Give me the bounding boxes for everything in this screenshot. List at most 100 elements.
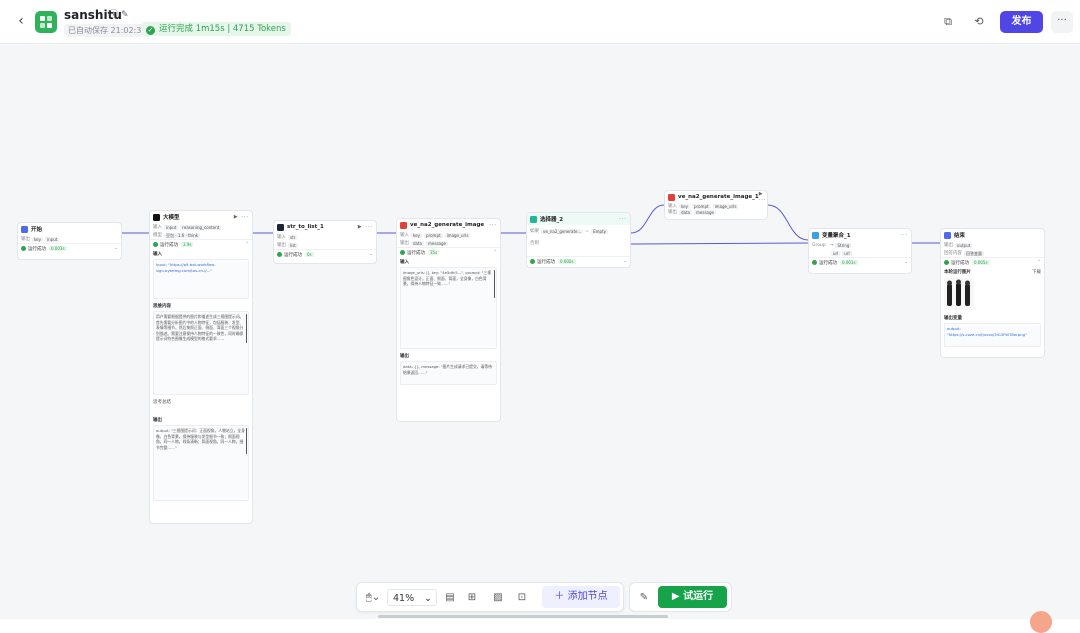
layout-icon[interactable]: ⊡ bbox=[515, 590, 529, 606]
scrollbar[interactable] bbox=[493, 270, 495, 298]
node-gen2-header: ve_na2_generate_image_1 ▶ ··· bbox=[665, 191, 767, 203]
node-end-run[interactable]: 运行成功 0.005s ⌃ bbox=[941, 257, 1044, 267]
chevron-up-icon[interactable]: ⌃ bbox=[245, 242, 249, 247]
image-icon[interactable]: ▨ bbox=[491, 590, 505, 606]
wrench-icon[interactable]: ✎ bbox=[636, 590, 652, 606]
tag: data bbox=[411, 240, 425, 246]
node-selector[interactable]: 选择器_2 ··· 如果 ve_na2_generate... = Empty 否则 运… bbox=[526, 212, 631, 268]
node-str2list[interactable]: str_to_list_1 ▶ ··· 输入 str 输出 list 运行成功 0s ⌄ bbox=[273, 220, 377, 264]
node-controls-icon[interactable]: ▶ ··· bbox=[234, 214, 249, 220]
back-arrow-icon[interactable]: ‹ bbox=[12, 12, 30, 30]
edit-icon[interactable]: ✎ bbox=[121, 10, 131, 20]
mouse-mode-icon[interactable]: 🖱⌄ bbox=[362, 590, 384, 606]
info-icon[interactable]: ⓘ bbox=[109, 10, 119, 20]
chevron-down-icon[interactable]: ⌄ bbox=[369, 252, 373, 257]
zoom-select[interactable]: 41% ⌄ bbox=[387, 589, 437, 606]
copy-icon[interactable]: ⧉ bbox=[938, 12, 958, 32]
plugin-icon bbox=[668, 193, 675, 201]
section-title: 输出变量 bbox=[944, 316, 962, 321]
publish-button[interactable]: 发布 bbox=[1000, 11, 1043, 33]
node-controls-icon[interactable]: ··· bbox=[900, 232, 908, 238]
node-str2list-title: str_to_list_1 bbox=[287, 224, 324, 230]
result-image-thumbnail bbox=[944, 278, 974, 310]
node-controls-icon[interactable]: ··· bbox=[489, 222, 497, 228]
run-label: 运行成功 bbox=[819, 260, 837, 266]
node-generate-run[interactable]: 运行成功 35s ⌃ bbox=[397, 247, 500, 257]
node-row: 回答内容 回答变量 bbox=[941, 249, 1044, 257]
chevron-down-icon[interactable]: ⌄ bbox=[904, 260, 908, 265]
comment-icon[interactable]: ▤ bbox=[443, 590, 457, 606]
node-controls-icon[interactable]: ▶ ··· bbox=[358, 224, 373, 230]
workflow-logo-icon bbox=[35, 11, 57, 33]
node-row: 输出 list bbox=[274, 241, 376, 249]
node-aggregate-title: 变量聚合_1 bbox=[822, 233, 851, 239]
workflow-canvas[interactable]: 开始 输出 key input 运行成功 0.003s ⌄ 大模型 ▶ ··· 输入 inp… bbox=[0, 44, 1080, 619]
node-generate[interactable]: ve_na2_generate_image ··· 输入 key prompt imag… bbox=[396, 218, 501, 422]
node-start-run[interactable]: 运行成功 0.003s ⌄ bbox=[18, 243, 121, 253]
node-controls-icon[interactable]: ··· bbox=[619, 216, 627, 222]
node-start[interactable]: 开始 输出 key input 运行成功 0.003s ⌄ bbox=[17, 222, 122, 260]
node-str2list-run[interactable]: 运行成功 0s ⌄ bbox=[274, 249, 376, 259]
node-gen2[interactable]: ve_na2_generate_image_1 ▶ ··· 输入 key prompt… bbox=[664, 190, 768, 220]
node-generate-title: ve_na2_generate_image bbox=[410, 222, 485, 228]
node-end-title: 结束 bbox=[954, 233, 966, 239]
history-icon[interactable]: ⟲ bbox=[969, 12, 989, 32]
node-llm-run[interactable]: 运行成功 3.9s ⌃ bbox=[150, 239, 252, 249]
assistant-avatar[interactable] bbox=[1030, 611, 1052, 633]
autosave-label: 已自动保存 21:02:35 bbox=[64, 24, 151, 37]
node-aggregate-header: 变量聚合_1 ··· bbox=[809, 229, 911, 241]
node-controls-icon[interactable]: ▶ ··· bbox=[759, 191, 767, 203]
section-title: 思考总结 bbox=[153, 400, 171, 405]
download-button[interactable]: 下载 bbox=[1032, 269, 1041, 275]
node-end[interactable]: 结束 输出 output 回答内容 回答变量 运行成功 0.005s ⌃ 本轮运行图片 下… bbox=[940, 228, 1045, 358]
section-title: 输出 bbox=[153, 418, 162, 423]
output-box: output: "三视图提示词：正面视角，人物站立，全身像，白色背景，保持服装与… bbox=[153, 425, 249, 501]
tag: Empty bbox=[591, 228, 608, 234]
edge-selector-aggregate bbox=[630, 242, 809, 245]
node-aggregate[interactable]: 变量聚合_1 ··· Group → String url url 运行成功 0.001s… bbox=[808, 228, 912, 274]
row-label: 模型 bbox=[153, 233, 162, 238]
more-menu-button[interactable]: ··· bbox=[1051, 11, 1073, 33]
node-selector-run[interactable]: 运行成功 0.000s ⌄ bbox=[527, 256, 630, 266]
think-text: 用户需要根据提供的图片和描述生成三视图提示词。首先需要分析图片中的人物特征，包括… bbox=[156, 314, 244, 342]
run-time: 0.000s bbox=[558, 259, 576, 264]
node-row: 输出 output bbox=[941, 241, 1044, 249]
node-row: 否则 bbox=[527, 237, 630, 248]
node-end-header: 结束 bbox=[941, 229, 1044, 241]
end-icon bbox=[944, 231, 951, 239]
scrollbar[interactable] bbox=[245, 428, 247, 454]
output-text: data: {}, message: "图片生成请求已提交，请等待结果返回……" bbox=[403, 364, 492, 375]
node-llm-title: 大模型 bbox=[163, 215, 180, 221]
add-node-button[interactable]: ＋ 添加节点 bbox=[542, 586, 620, 608]
chevron-down-icon[interactable]: ⌄ bbox=[623, 259, 627, 264]
input-box: image_urls: [], key: "4e5dfc5...", promp… bbox=[400, 267, 497, 349]
row-label: 输入 bbox=[400, 233, 409, 238]
play-icon: ▶ bbox=[671, 591, 684, 602]
minimap-icon[interactable]: ⊞ bbox=[465, 590, 479, 606]
tag: image_urls bbox=[444, 232, 471, 238]
run-status-badge: ✓ 运行完成 1m15s | 4715 Tokens bbox=[142, 22, 291, 36]
success-dot-icon bbox=[153, 242, 158, 247]
tag: key bbox=[679, 203, 691, 209]
tag: 回答变量 bbox=[964, 250, 984, 256]
run-status-text: 运行完成 1m15s | 4715 Tokens bbox=[159, 24, 286, 34]
chevron-up-icon[interactable]: ⌃ bbox=[493, 250, 497, 255]
tag: image_urls bbox=[712, 203, 739, 209]
node-start-title: 开始 bbox=[31, 227, 43, 233]
plus-icon: ＋ bbox=[554, 591, 568, 602]
run-label: 运行成功 bbox=[160, 242, 178, 248]
result-image[interactable] bbox=[944, 278, 1041, 310]
node-llm[interactable]: 大模型 ▶ ··· 输入 input reasoning_content 模型 豆包 ·… bbox=[149, 210, 253, 524]
node-aggregate-run[interactable]: 运行成功 0.001s ⌄ bbox=[809, 257, 911, 267]
test-run-button[interactable]: ▶ 试运行 bbox=[658, 586, 727, 608]
plugin-icon bbox=[400, 221, 407, 229]
equals-icon: = bbox=[585, 228, 590, 234]
node-start-row-label: 输出 bbox=[21, 237, 30, 242]
chevron-down-icon[interactable]: ⌄ bbox=[114, 246, 118, 251]
chevron-up-icon[interactable]: ⌃ bbox=[1037, 260, 1041, 265]
add-node-label: 添加节点 bbox=[567, 591, 608, 602]
scrollbar[interactable] bbox=[245, 314, 247, 343]
tag: key bbox=[32, 236, 44, 242]
node-row: 输入 str bbox=[274, 233, 376, 241]
horizontal-scrollbar[interactable] bbox=[378, 615, 668, 618]
